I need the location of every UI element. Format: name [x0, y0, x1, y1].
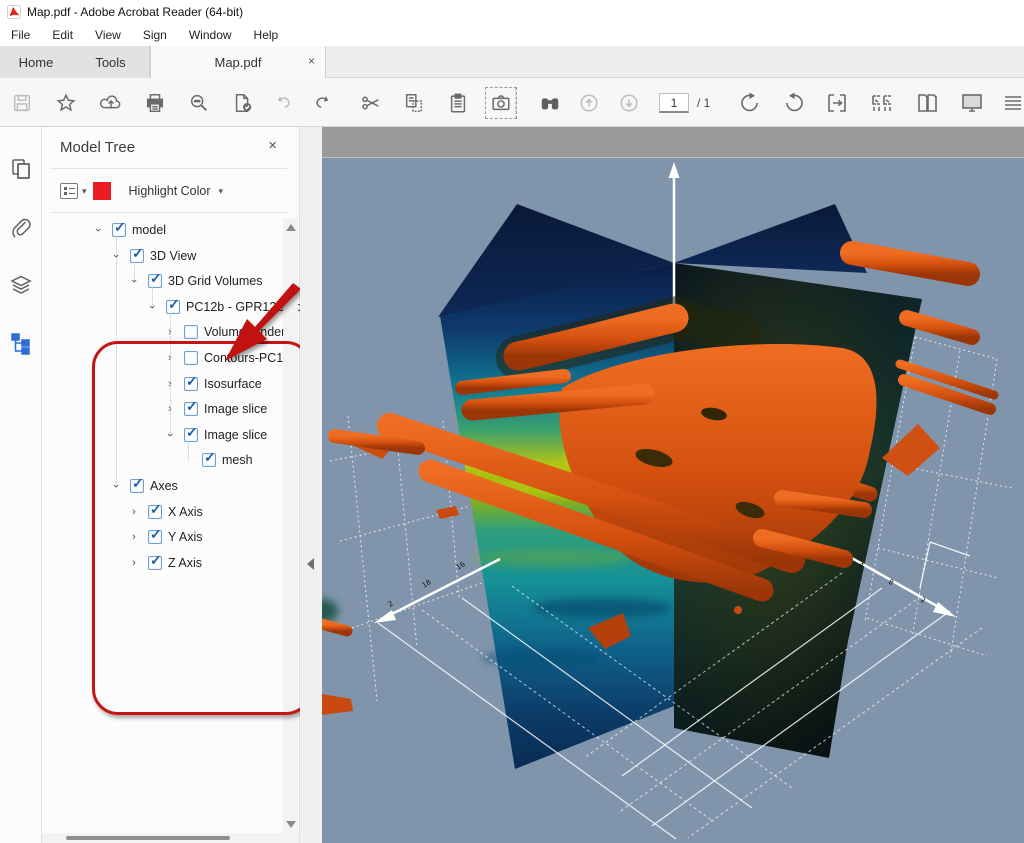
- close-tab-icon[interactable]: ×: [308, 54, 315, 68]
- tree-item: › model: [92, 218, 166, 242]
- undo-icon[interactable]: [270, 90, 296, 116]
- checkbox-checked[interactable]: [112, 223, 126, 237]
- layers-icon[interactable]: [9, 273, 33, 297]
- acrobat-window: Map.pdf - Adobe Acrobat Reader (64-bit) …: [0, 0, 1024, 843]
- list-options-icon[interactable]: [60, 183, 78, 199]
- tab-tools[interactable]: Tools: [72, 46, 150, 78]
- page-up-icon[interactable]: [576, 90, 602, 116]
- tab-home[interactable]: Home: [0, 46, 72, 78]
- page-thumbnails-icon[interactable]: [9, 157, 33, 181]
- highlight-color-label: Highlight Color: [129, 184, 211, 198]
- highlight-color-row: ▾ Highlight Color ▾: [60, 175, 227, 207]
- copy-icon[interactable]: [401, 90, 427, 116]
- document-background-bar: [322, 127, 1024, 158]
- scrollbar-thumb[interactable]: [66, 836, 230, 840]
- checkbox-checked[interactable]: [130, 249, 144, 263]
- fit-width-icon[interactable]: [824, 90, 850, 116]
- scroll-down-icon[interactable]: [286, 821, 296, 828]
- main-toolbar: 1 / 1: [0, 78, 1024, 127]
- scissors-icon[interactable]: [358, 90, 384, 116]
- red-annotation-rectangle: [92, 341, 312, 715]
- panel-collapse-icon[interactable]: [307, 558, 314, 570]
- panel-close-icon[interactable]: ×: [268, 137, 277, 154]
- menu-help[interactable]: Help: [243, 25, 290, 45]
- tree-item-label[interactable]: 3D View: [150, 249, 196, 263]
- divider: [50, 168, 287, 169]
- checkbox-checked[interactable]: [166, 300, 180, 314]
- tab-strip: Home Tools Map.pdf ×: [0, 46, 1024, 78]
- binoculars-icon[interactable]: [537, 90, 563, 116]
- 3d-scene: 16 18 2 4 8: [322, 158, 1024, 843]
- snapshot-camera-icon[interactable]: [488, 90, 514, 116]
- scroll-up-icon[interactable]: [286, 224, 296, 231]
- fit-visible-icon[interactable]: [869, 90, 895, 116]
- doc-check-icon[interactable]: [230, 90, 256, 116]
- tree-connector: [134, 262, 135, 282]
- tree-item-label[interactable]: model: [132, 223, 166, 237]
- menu-sign[interactable]: Sign: [132, 25, 178, 45]
- page-down-icon[interactable]: [616, 90, 642, 116]
- attachments-icon[interactable]: [9, 215, 33, 239]
- rotate-cw-icon[interactable]: [737, 90, 763, 116]
- menu-view[interactable]: View: [84, 25, 132, 45]
- star-icon[interactable]: [53, 90, 79, 116]
- chevron-down-icon[interactable]: ▾: [82, 186, 87, 197]
- tree-connector: [152, 287, 153, 307]
- adobe-pdf-icon: [7, 5, 21, 19]
- model-tree-icon[interactable]: [9, 331, 33, 355]
- panel-toggle-icon[interactable]: [1000, 90, 1024, 116]
- title-bar: Map.pdf - Adobe Acrobat Reader (64-bit): [0, 0, 1024, 24]
- cloud-upload-icon[interactable]: [98, 90, 124, 116]
- svg-text:16: 16: [455, 560, 467, 572]
- page-number-input[interactable]: 1: [659, 93, 689, 113]
- model-tree-panel: Model Tree × ▾ Highlight Color ▾ ›model›…: [42, 127, 300, 843]
- window-title: Map.pdf - Adobe Acrobat Reader (64-bit): [27, 5, 243, 19]
- svg-text:2: 2: [387, 600, 395, 609]
- search-zoom-icon[interactable]: [186, 90, 212, 116]
- clipboard-icon[interactable]: [445, 90, 471, 116]
- page-total-label: / 1: [697, 96, 710, 110]
- save-icon[interactable]: [9, 90, 35, 116]
- toolbar-separator: [515, 88, 516, 118]
- menu-file[interactable]: File: [0, 25, 41, 45]
- checkbox-unchecked[interactable]: [184, 325, 198, 339]
- menu-bar: File Edit View Sign Window Help: [0, 24, 1024, 46]
- document-margin: [300, 127, 322, 843]
- fullscreen-icon[interactable]: [959, 90, 985, 116]
- two-page-icon[interactable]: [914, 90, 940, 116]
- chevron-down-icon[interactable]: ▾: [219, 186, 224, 197]
- redo-icon[interactable]: [310, 90, 336, 116]
- divider: [50, 212, 287, 213]
- menu-window[interactable]: Window: [178, 25, 243, 45]
- menu-edit[interactable]: Edit: [41, 25, 84, 45]
- svg-text:18: 18: [421, 578, 433, 590]
- tab-document-mappdf[interactable]: Map.pdf ×: [150, 46, 326, 79]
- panel-title: Model Tree: [60, 139, 135, 156]
- left-sidebar-rail: [0, 127, 42, 843]
- 3d-model-canvas[interactable]: 16 18 2 4 8: [322, 158, 1024, 843]
- tree-horizontal-scrollbar[interactable]: [42, 833, 299, 843]
- print-icon[interactable]: [142, 90, 168, 116]
- document-tab-label: Map.pdf: [215, 55, 262, 70]
- checkbox-checked[interactable]: [148, 274, 162, 288]
- highlight-color-swatch[interactable]: [93, 182, 111, 200]
- expander-open-icon[interactable]: ›: [92, 224, 104, 236]
- tree-item: ›3D View: [110, 244, 196, 268]
- rotate-ccw-icon[interactable]: [781, 90, 807, 116]
